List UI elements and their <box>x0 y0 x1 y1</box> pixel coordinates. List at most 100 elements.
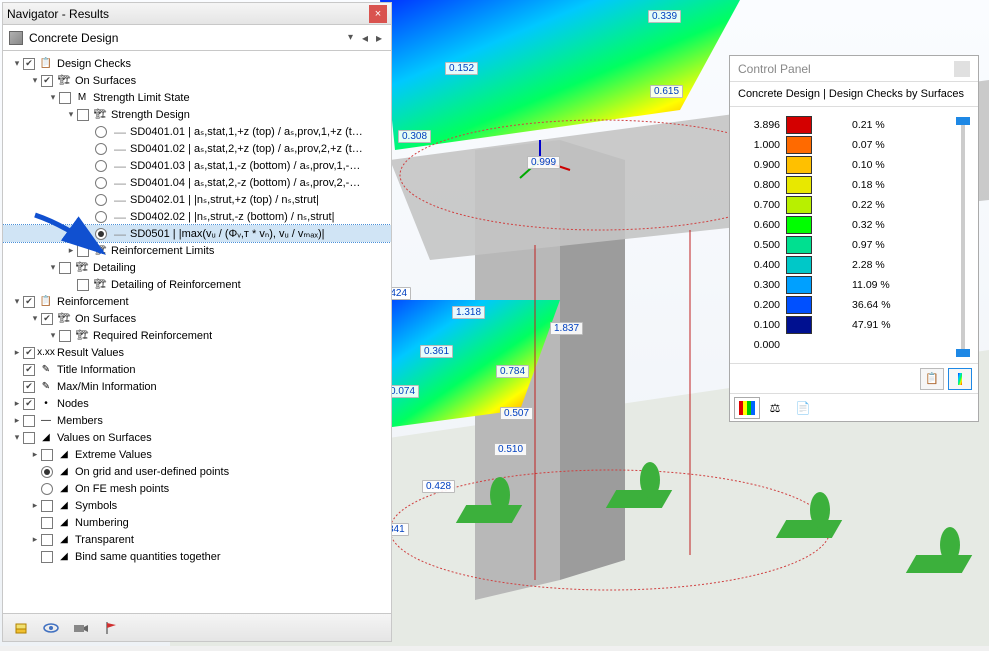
tree-row[interactable]: —SD0402.01 | |nₛ,strut,+z (top) / nₛ,str… <box>3 191 391 208</box>
caret-icon[interactable]: ▸ <box>11 347 23 358</box>
nav-next-icon[interactable]: ▸ <box>373 31 385 45</box>
scale-settings-icon[interactable] <box>948 368 972 390</box>
checkbox[interactable] <box>23 398 35 410</box>
checkbox[interactable] <box>41 534 53 546</box>
legend-color-chip[interactable] <box>786 256 812 274</box>
tree-row[interactable]: ▾🏗Strength Design <box>3 106 391 123</box>
tree-row[interactable]: —SD0401.03 | aₛ,stat,1,-z (bottom) / aₛ,… <box>3 157 391 174</box>
tree-row[interactable]: ▾🏗Detailing <box>3 259 391 276</box>
legend-color-chip[interactable] <box>786 216 812 234</box>
radio[interactable] <box>95 194 107 206</box>
tree-row[interactable]: ▸◢Extreme Values <box>3 446 391 463</box>
legend-color-chip[interactable] <box>786 236 812 254</box>
radio[interactable] <box>95 211 107 223</box>
tree-row[interactable]: ▾📋Design Checks <box>3 55 391 72</box>
minimize-icon[interactable] <box>954 61 970 77</box>
checkbox[interactable] <box>59 262 71 274</box>
control-panel-titlebar[interactable]: Control Panel <box>730 56 978 82</box>
legend-color-chip[interactable] <box>786 176 812 194</box>
caret-icon[interactable]: ▾ <box>47 262 59 273</box>
radio[interactable] <box>95 126 107 138</box>
legend-color-chip[interactable] <box>786 116 812 134</box>
tree-row[interactable]: ✎Max/Min Information <box>3 378 391 395</box>
chevron-down-icon[interactable]: ▾ <box>348 32 353 43</box>
legend-color-chip[interactable] <box>786 196 812 214</box>
nav-prev-icon[interactable]: ◂ <box>359 31 371 45</box>
legend-color-chip[interactable] <box>786 296 812 314</box>
caret-icon[interactable]: ▾ <box>47 92 59 103</box>
tree-row[interactable]: ▸◢Transparent <box>3 531 391 548</box>
caret-icon[interactable]: ▸ <box>65 245 77 256</box>
caret-icon[interactable]: ▸ <box>29 534 41 545</box>
checkbox[interactable] <box>41 551 53 563</box>
radio[interactable] <box>95 160 107 172</box>
checkbox[interactable] <box>77 245 89 257</box>
legend-color-chip[interactable] <box>786 276 812 294</box>
eye-icon[interactable] <box>37 617 65 639</box>
clipboard-icon[interactable]: 📋 <box>920 368 944 390</box>
checkbox[interactable] <box>77 109 89 121</box>
tree-row[interactable]: —SD0402.02 | |nₛ,strut,-z (bottom) / nₛ,… <box>3 208 391 225</box>
legend-color-chip[interactable] <box>786 316 812 334</box>
radio[interactable] <box>95 143 107 155</box>
radio[interactable] <box>41 466 53 478</box>
tree-row[interactable]: 🏗Detailing of Reinforcement <box>3 276 391 293</box>
checkbox[interactable] <box>59 92 71 104</box>
checkbox[interactable] <box>41 500 53 512</box>
tree-row[interactable]: ▸◢Symbols <box>3 497 391 514</box>
tree-row[interactable]: ▾📋Reinforcement <box>3 293 391 310</box>
caret-icon[interactable]: ▾ <box>11 296 23 307</box>
caret-icon[interactable]: ▾ <box>65 109 77 120</box>
tree-row[interactable]: ▾🏗On Surfaces <box>3 310 391 327</box>
checkbox[interactable] <box>23 432 35 444</box>
tab-colorscale[interactable] <box>734 397 760 419</box>
tree-row[interactable]: ◢Bind same quantities together <box>3 548 391 565</box>
checkbox[interactable] <box>77 279 89 291</box>
radio[interactable] <box>41 483 53 495</box>
tree-row[interactable]: ▾🏗On Surfaces <box>3 72 391 89</box>
caret-icon[interactable]: ▾ <box>29 75 41 86</box>
flag-icon[interactable] <box>97 617 125 639</box>
tree-row[interactable]: —SD0501 | |max(vᵤ / (Φᵥ,ᴛ * vₙ), vᵤ / vₘ… <box>3 225 391 242</box>
caret-icon[interactable]: ▾ <box>29 313 41 324</box>
close-icon[interactable]: × <box>369 5 387 23</box>
navigator-tree[interactable]: ▾📋Design Checks▾🏗On Surfaces▾MStrength L… <box>3 51 391 611</box>
caret-icon[interactable]: ▾ <box>11 432 23 443</box>
checkbox[interactable] <box>23 381 35 393</box>
legend-color-chip[interactable] <box>786 136 812 154</box>
tree-row[interactable]: ◢On grid and user-defined points <box>3 463 391 480</box>
caret-icon[interactable]: ▾ <box>11 58 23 69</box>
tree-row[interactable]: ▾MStrength Limit State <box>3 89 391 106</box>
tree-row[interactable]: ▾◢Values on Surfaces <box>3 429 391 446</box>
legend-color-chip[interactable] <box>786 156 812 174</box>
checkbox[interactable] <box>23 415 35 427</box>
tree-row[interactable]: ▸•Nodes <box>3 395 391 412</box>
checkbox[interactable] <box>23 364 35 376</box>
checkbox[interactable] <box>41 313 53 325</box>
caret-icon[interactable]: ▸ <box>29 449 41 460</box>
navigator-titlebar[interactable]: Navigator - Results × <box>3 3 391 25</box>
tree-row[interactable]: ▾🏗Required Reinforcement <box>3 327 391 344</box>
tree-row[interactable]: ▸🏗Reinforcement Limits <box>3 242 391 259</box>
navigator-mode-selector[interactable]: Concrete Design ▾ ◂ ▸ <box>3 25 391 51</box>
tree-row[interactable]: ◢On FE mesh points <box>3 480 391 497</box>
legend-range-slider[interactable] <box>956 117 970 357</box>
tree-row[interactable]: ▸—Members <box>3 412 391 429</box>
checkbox[interactable] <box>41 449 53 461</box>
tab-document[interactable]: 📄 <box>790 397 816 419</box>
tree-row[interactable]: ✎Title Information <box>3 361 391 378</box>
tree-row[interactable]: ◢Numbering <box>3 514 391 531</box>
layers-icon[interactable] <box>7 617 35 639</box>
checkbox[interactable] <box>41 517 53 529</box>
tree-row[interactable]: —SD0401.02 | aₛ,stat,2,+z (top) / aₛ,pro… <box>3 140 391 157</box>
caret-icon[interactable]: ▸ <box>29 500 41 511</box>
caret-icon[interactable]: ▸ <box>11 415 23 426</box>
tab-balance[interactable]: ⚖ <box>762 397 788 419</box>
checkbox[interactable] <box>23 58 35 70</box>
tree-row[interactable]: —SD0401.04 | aₛ,stat,2,-z (bottom) / aₛ,… <box>3 174 391 191</box>
checkbox[interactable] <box>59 330 71 342</box>
checkbox[interactable] <box>23 347 35 359</box>
camera-icon[interactable] <box>67 617 95 639</box>
tree-row[interactable]: —SD0401.01 | aₛ,stat,1,+z (top) / aₛ,pro… <box>3 123 391 140</box>
caret-icon[interactable]: ▸ <box>11 398 23 409</box>
